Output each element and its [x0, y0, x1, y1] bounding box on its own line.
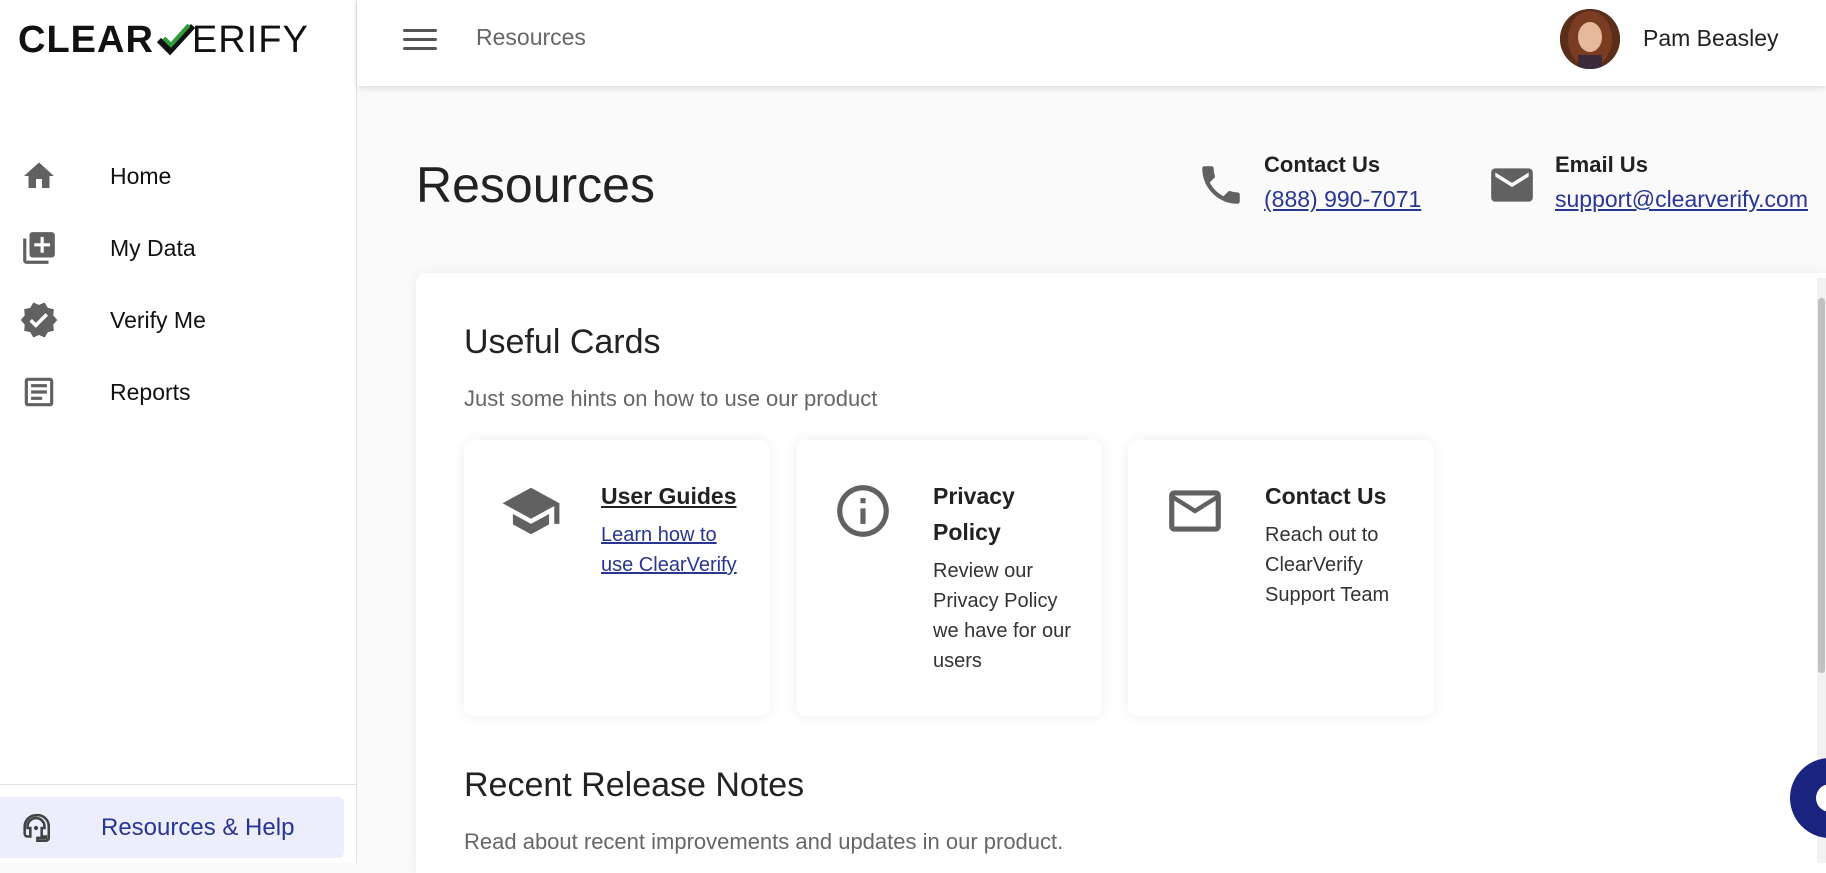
card-title: Privacy Policy [933, 483, 1015, 545]
phone-icon [1202, 166, 1240, 204]
logo-check-icon [156, 23, 196, 56]
sidebar-item-label: Resources & Help [101, 813, 295, 841]
scrollbar-thumb[interactable] [1818, 298, 1825, 673]
sidebar-item-label: My Data [110, 234, 196, 261]
sidebar-nav: Home My Data Verify Me Reports [0, 140, 356, 428]
support-agent-icon [18, 810, 54, 846]
contact-email-link[interactable]: support@clearverify.com [1555, 186, 1808, 212]
chat-bubble-icon [1816, 784, 1826, 812]
logo-text-right: ERIFY [191, 18, 309, 61]
avatar[interactable] [1560, 9, 1620, 69]
contact-phone-title: Contact Us [1264, 152, 1381, 177]
mail-outline-icon [1169, 490, 1221, 532]
card-description: Reach out to ClearVerify Support Team [1265, 524, 1390, 606]
contact-phone-block: Contact Us (888) 990-7071 [1196, 152, 1421, 213]
release-notes-subtitle: Read about recent improvements and updat… [464, 829, 1064, 854]
card-privacy-policy[interactable]: Privacy Policy Review our Privacy Policy… [796, 440, 1102, 716]
breadcrumb: Resources [476, 24, 586, 50]
graduation-cap-icon [502, 487, 560, 535]
contact-email-title: Email Us [1555, 152, 1648, 177]
my-data-icon [19, 228, 59, 268]
card-description-link[interactable]: Learn how to use ClearVerify [601, 520, 751, 580]
user-name[interactable]: Pam Beasley [1643, 25, 1779, 52]
card-title: Contact Us [1265, 483, 1387, 509]
sidebar-divider [0, 784, 356, 785]
card-description: Review our Privacy Policy we have for ou… [933, 560, 1071, 672]
sidebar-item-label: Home [110, 162, 172, 189]
contact-phone-link[interactable]: (888) 990-7071 [1264, 186, 1421, 212]
card-user-guides[interactable]: User Guides Learn how to use ClearVerify [464, 440, 770, 716]
contact-email-block: Email Us support@clearverify.com [1487, 152, 1808, 213]
sidebar-item-reports[interactable]: Reports [0, 356, 356, 428]
sidebar-item-home[interactable]: Home [0, 140, 356, 212]
home-icon [19, 156, 59, 196]
verified-badge-icon [19, 300, 59, 340]
info-icon [837, 485, 889, 537]
sidebar-item-verify-me[interactable]: Verify Me [0, 284, 356, 356]
mail-icon [1491, 168, 1533, 202]
reports-icon [19, 372, 59, 412]
useful-cards-subtitle: Just some hints on how to use our produc… [464, 386, 878, 411]
card-title[interactable]: User Guides [601, 478, 751, 514]
sidebar-item-label: Verify Me [110, 306, 206, 333]
release-notes-title: Recent Release Notes [464, 766, 805, 804]
sidebar-item-resources-help[interactable]: Resources & Help [0, 797, 344, 858]
sidebar-item-label: Reports [110, 378, 191, 405]
clearverify-logo[interactable]: CLEAR ERIFY [18, 18, 309, 62]
top-app-bar: Resources Pam Beasley [357, 0, 1826, 86]
sidebar-item-my-data[interactable]: My Data [0, 212, 356, 284]
card-contact-us[interactable]: Contact Us Reach out to ClearVerify Supp… [1128, 440, 1434, 716]
sidebar: CLEAR ERIFY Home My Data Verify Me Repor… [0, 0, 357, 863]
hamburger-menu-icon[interactable] [403, 24, 437, 54]
logo-text-left: CLEAR [18, 18, 154, 61]
resources-panel: Useful Cards Just some hints on how to u… [416, 273, 1826, 873]
useful-cards-title: Useful Cards [464, 323, 661, 361]
page-title: Resources [416, 157, 655, 213]
